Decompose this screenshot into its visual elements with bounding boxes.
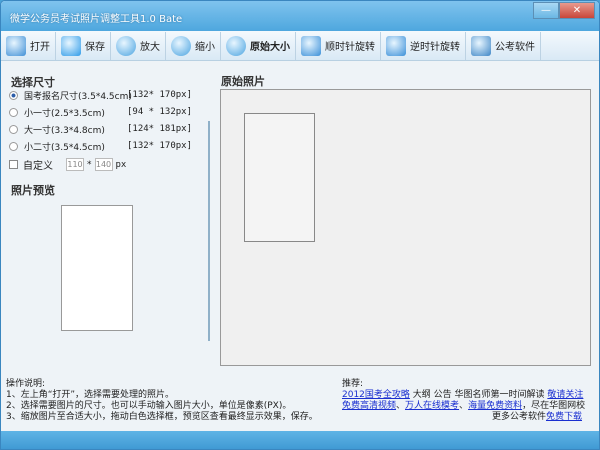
link-mock-exam[interactable]: 万人在线模考 xyxy=(405,401,459,411)
link-materials[interactable]: 海量免费资料 xyxy=(468,401,522,411)
selection-box[interactable] xyxy=(244,113,315,242)
size-option-px: [132* 170px] xyxy=(127,141,193,151)
size-option-label: 国考报名尺寸(3.5*4.5cm) xyxy=(24,92,132,102)
help-line: 3、缩放图片至合适大小，拖动白色选择框，预览区查看最终显示效果，保存。 xyxy=(6,412,318,422)
photo-preview xyxy=(61,205,133,331)
recommend-title: 推荐: xyxy=(342,379,364,389)
toolbar-button-3[interactable]: 缩小 xyxy=(166,31,221,60)
radio-button[interactable] xyxy=(9,125,18,134)
toolbar-button-5[interactable]: 顺时针旋转 xyxy=(296,31,381,60)
zoom-out-icon xyxy=(171,35,191,56)
toolbar-button-4[interactable]: 原始大小 xyxy=(221,31,296,60)
size-option-px: [94 * 132px] xyxy=(127,107,193,117)
recommend-text: 大纲 公告 华图名师第一时间解读 xyxy=(409,390,548,400)
preview-heading: 照片预览 xyxy=(11,184,55,197)
toolbar-button-1[interactable]: 保存 xyxy=(56,31,111,60)
size-option-label: 小二寸(3.5*4.5cm) xyxy=(24,143,105,153)
toolbar-label: 逆时针旋转 xyxy=(410,42,460,53)
custom-height-input[interactable]: 140 xyxy=(94,158,113,171)
help-title: 操作说明: xyxy=(6,379,46,389)
custom-width-input[interactable]: 110 xyxy=(66,158,84,171)
size-option-px: [132* 170px] xyxy=(127,90,193,100)
link-follow[interactable]: 敬请关注 xyxy=(547,390,583,400)
toolbar-button-6[interactable]: 逆时针旋转 xyxy=(381,31,466,60)
separator: 、 xyxy=(396,401,406,411)
help-line: 2、选择需要图片的尺寸。也可以手动输入图片大小，单位是像素(PX)。 xyxy=(6,401,292,411)
toolbar-button-2[interactable]: 放大 xyxy=(111,31,166,60)
size-heading: 选择尺寸 xyxy=(11,76,55,89)
toolbar: 打开 保存 放大 缩小 原始大小 顺时针旋转 逆时针旋转 公考软件 xyxy=(1,31,599,61)
recommend-panel: 推荐: 2012国考全攻略 大纲 公告 华图名师第一时间解读 敬请关注 免费高清… xyxy=(342,379,592,423)
link-video[interactable]: 免费高清视频 xyxy=(342,401,396,411)
original-photo-area xyxy=(220,89,591,366)
radio-button[interactable] xyxy=(9,142,18,151)
rotate-cw-icon xyxy=(301,35,321,56)
size-option-label: 大一寸(3.3*4.8cm) xyxy=(24,126,105,136)
custom-unit: px xyxy=(115,159,127,170)
recommend-text: ，尽在华图网校 xyxy=(522,401,586,411)
status-bar xyxy=(1,431,599,449)
help-text: 操作说明: 1、左上角“打开”，选择需要处理的照片。 2、选择需要图片的尺寸。也… xyxy=(6,379,318,423)
window-title: 微学公务员考试照片调整工具1.0 Bate xyxy=(10,14,183,25)
toolbar-button-0[interactable]: 打开 xyxy=(1,31,56,60)
toolbar-label: 原始大小 xyxy=(250,42,290,53)
title-bar: 微学公务员考试照片调整工具1.0 Bate — ✕ xyxy=(1,1,599,31)
open-icon xyxy=(6,35,26,56)
size-option[interactable]: 大一寸(3.3*4.8cm) xyxy=(9,123,105,136)
toolbar-button-7[interactable]: 公考软件 xyxy=(466,31,541,60)
custom-size-checkbox[interactable] xyxy=(9,160,18,169)
toolbar-label: 顺时针旋转 xyxy=(325,42,375,53)
radio-button[interactable] xyxy=(9,91,18,100)
toolbar-label: 打开 xyxy=(30,42,50,53)
zoom-in-icon xyxy=(116,35,136,56)
custom-size-label: 自定义 xyxy=(23,161,53,172)
size-option[interactable]: 小一寸(2.5*3.5cm) xyxy=(9,106,105,119)
separator: 、 xyxy=(459,401,469,411)
magnifier-icon xyxy=(226,35,246,56)
minimize-button[interactable]: — xyxy=(533,2,559,19)
save-icon xyxy=(61,35,81,56)
size-option[interactable]: 国考报名尺寸(3.5*4.5cm) xyxy=(9,89,132,102)
link-guide[interactable]: 2012国考全攻略 xyxy=(342,390,410,400)
recommend-text: 更多公考软件 xyxy=(491,412,546,422)
download-globe-icon xyxy=(471,35,491,56)
size-option-px: [124* 181px] xyxy=(127,124,193,134)
close-button[interactable]: ✕ xyxy=(559,2,595,19)
toolbar-label: 放大 xyxy=(140,42,160,53)
panel-divider xyxy=(208,121,210,341)
rotate-ccw-icon xyxy=(386,35,406,56)
custom-size-row: 自定义 110 * 140 px xyxy=(9,157,126,172)
help-line: 1、左上角“打开”，选择需要处理的照片。 xyxy=(6,390,175,400)
size-option[interactable]: 小二寸(3.5*4.5cm) xyxy=(9,140,105,153)
toolbar-label: 缩小 xyxy=(195,42,215,53)
toolbar-label: 保存 xyxy=(85,42,105,53)
size-option-label: 小一寸(2.5*3.5cm) xyxy=(24,109,105,119)
link-download[interactable]: 免费下载 xyxy=(546,412,582,422)
app-window: 微学公务员考试照片调整工具1.0 Bate — ✕ 打开 保存 放大 缩小 原始大小 顺时… xyxy=(0,0,600,450)
radio-button[interactable] xyxy=(9,108,18,117)
custom-separator: * xyxy=(87,159,92,170)
toolbar-label: 公考软件 xyxy=(495,42,535,53)
original-heading: 原始照片 xyxy=(221,75,265,88)
